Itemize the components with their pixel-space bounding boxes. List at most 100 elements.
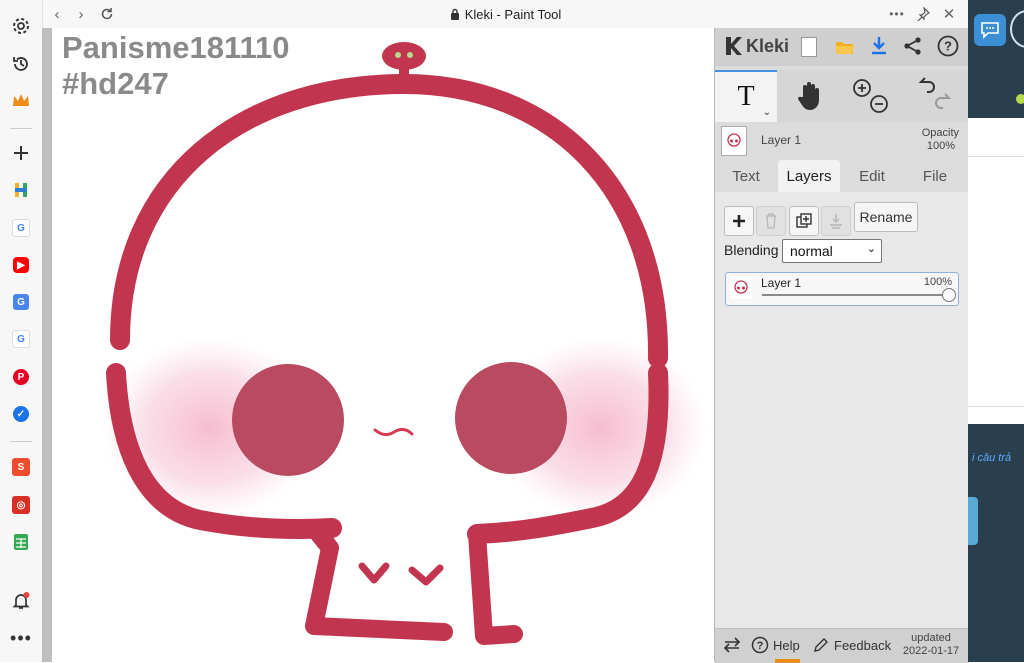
sidebar-messenger-icon[interactable]: ✓ xyxy=(9,402,33,426)
tab-layers[interactable]: Layers xyxy=(778,160,840,192)
current-layer-name: Layer 1 xyxy=(761,133,802,147)
history-icon[interactable] xyxy=(9,52,33,76)
new-document-icon[interactable] xyxy=(801,37,817,57)
layer-item-name: Layer 1 xyxy=(761,276,802,290)
layers-tab-content: Rename Blending normal ⌄ Layer 1 100% xyxy=(715,192,969,628)
more-menu-icon[interactable]: ••• xyxy=(887,4,907,24)
character-drawing xyxy=(102,42,708,645)
sidebar-youtube-icon[interactable]: ▶ xyxy=(9,253,33,277)
close-icon[interactable]: ✕ xyxy=(939,4,959,24)
duplicate-icon xyxy=(796,213,812,228)
sidebar-translate-icon[interactable]: G xyxy=(9,290,33,314)
delete-layer-button[interactable] xyxy=(756,206,786,236)
notification-bell-icon[interactable] xyxy=(9,589,33,613)
window-title-text: Kleki - Paint Tool xyxy=(464,7,562,22)
text-tool-button[interactable]: T ⌄ xyxy=(715,70,777,122)
opacity-label: Opacity xyxy=(921,127,959,139)
hand-tool-button[interactable] xyxy=(779,70,839,122)
blending-label: Blending xyxy=(724,242,779,258)
add-layer-button[interactable] xyxy=(724,206,754,236)
merge-down-button[interactable] xyxy=(821,206,851,236)
undo-redo-icon[interactable] xyxy=(913,76,957,116)
panel-tabs: Text Layers Edit File xyxy=(715,158,969,192)
layer-list-item[interactable]: Layer 1 100% xyxy=(725,272,959,306)
duplicate-layer-button[interactable] xyxy=(789,206,819,236)
kleki-logo[interactable]: Kleki xyxy=(723,35,789,57)
help-label: Help xyxy=(773,637,800,653)
kleki-logo-icon xyxy=(726,37,742,55)
sidebar-sheets-icon[interactable] xyxy=(9,530,33,554)
download-icon[interactable] xyxy=(870,36,888,61)
crown-icon[interactable] xyxy=(9,89,33,113)
help-button[interactable]: ? Help xyxy=(751,636,800,654)
svg-text:?: ? xyxy=(944,39,952,54)
open-folder-icon[interactable] xyxy=(835,38,855,61)
merge-down-icon xyxy=(830,214,842,229)
layer-opacity-slider[interactable] xyxy=(762,288,956,302)
sidebar-divider-2 xyxy=(10,441,32,442)
slider-handle[interactable] xyxy=(942,288,956,302)
chevron-down-icon: ⌄ xyxy=(866,243,876,255)
sidebar-google-icon-2[interactable]: G xyxy=(9,327,33,351)
opacity-value: 100% xyxy=(926,140,955,152)
undo-redo-buttons xyxy=(905,70,965,122)
panel-top-bar: Kleki ? xyxy=(715,28,969,66)
pin-icon[interactable] xyxy=(913,4,933,24)
updated-label: updated xyxy=(911,632,951,644)
plus-icon xyxy=(733,215,745,227)
hand-icon xyxy=(797,82,819,110)
drawing-canvas[interactable]: Panisme181110 #hd247 xyxy=(52,28,714,662)
text-tool-icon: T xyxy=(737,81,755,112)
canvas-gutter xyxy=(42,28,52,662)
lock-icon xyxy=(450,8,459,20)
browser-sidebar: G ▶ G G P ✓ S ◎ ••• xyxy=(0,0,43,662)
zoom-in-out-icon[interactable] xyxy=(849,76,893,116)
zoom-buttons xyxy=(843,70,899,122)
page-white-card xyxy=(968,118,1024,424)
trash-icon xyxy=(766,213,776,229)
sidebar-shopee-icon[interactable]: S xyxy=(9,455,33,479)
blending-mode-value: normal xyxy=(790,243,833,259)
sidebar-google-icon[interactable]: G xyxy=(9,216,33,240)
kleki-logo-text: Kleki xyxy=(746,35,790,56)
layer-item-opacity: 100% xyxy=(923,276,952,288)
updated-date: 2022-01-17 xyxy=(902,645,960,657)
tool-row: T ⌄ xyxy=(715,70,969,122)
green-leaf-icon xyxy=(1016,94,1024,104)
feedback-button[interactable]: Feedback xyxy=(813,637,891,653)
updated-info: updated 2022-01-17 xyxy=(901,632,961,658)
watermark-username: Panisme181110 xyxy=(62,30,290,65)
svg-text:?: ? xyxy=(757,640,764,652)
watermark-tag: #hd247 xyxy=(62,66,169,101)
layer-thumbnail xyxy=(721,126,747,156)
help-circle-icon[interactable]: ? xyxy=(937,35,959,62)
window-titlebar: ‹ › Kleki - Paint Tool ••• ✕ xyxy=(43,0,968,29)
tab-file[interactable]: File xyxy=(905,160,965,192)
add-icon[interactable] xyxy=(9,141,33,165)
answer-link-snippet[interactable]: i câu trả xyxy=(972,452,1024,464)
blending-mode-select[interactable]: normal ⌄ xyxy=(782,239,882,263)
share-icon[interactable] xyxy=(903,36,923,61)
sidebar-app-h-icon[interactable] xyxy=(9,178,33,202)
help-orange-indicator xyxy=(775,659,800,663)
rename-layer-button[interactable]: Rename xyxy=(854,202,918,232)
sidebar-game-icon[interactable]: ◎ xyxy=(9,493,33,517)
window-title: Kleki - Paint Tool xyxy=(43,7,968,22)
sidebar-pinterest-icon[interactable]: P xyxy=(9,365,33,389)
page-blue-button[interactable] xyxy=(968,497,978,545)
panel-footer: ? Help Feedback updated 2022-01-17 xyxy=(715,628,969,663)
more-options-icon[interactable]: ••• xyxy=(9,626,33,650)
profile-avatar[interactable] xyxy=(1010,10,1024,48)
tab-text[interactable]: Text xyxy=(717,160,775,192)
current-layer-strip: Layer 1 Opacity 100% xyxy=(715,124,969,158)
feedback-label: Feedback xyxy=(834,637,892,653)
layer-item-thumbnail xyxy=(730,277,752,299)
help-icon: ? xyxy=(751,636,769,654)
kleki-side-panel: Kleki ? T ⌄ Layer 1 Opacity 100% Text La… xyxy=(714,28,969,663)
feedback-pencil-icon xyxy=(814,638,828,652)
chat-icon[interactable] xyxy=(974,14,1006,46)
swap-sides-icon[interactable] xyxy=(723,637,741,656)
tab-edit[interactable]: Edit xyxy=(843,160,901,192)
background-page: i câu trả xyxy=(968,0,1024,662)
settings-gear-icon[interactable] xyxy=(9,14,33,38)
